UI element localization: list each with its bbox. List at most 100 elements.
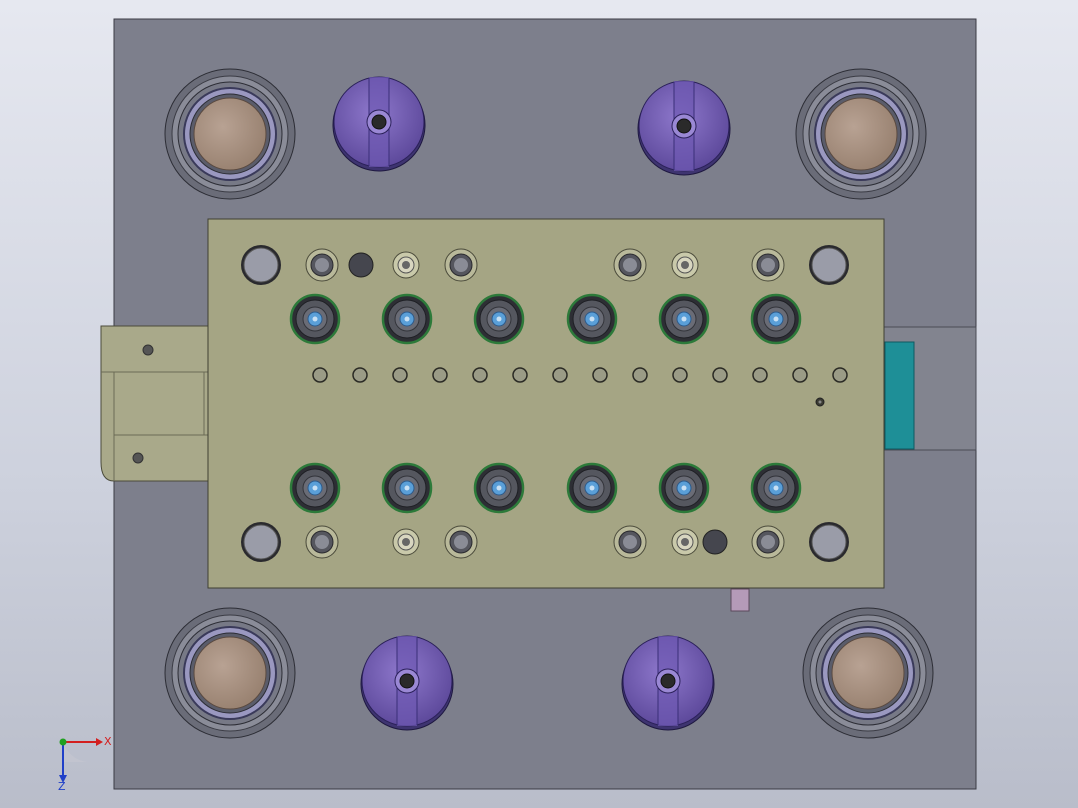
guide-post-face [193,636,267,710]
hole-bore [243,524,279,560]
guide-pin-hole[interactable] [809,245,849,285]
punch-station[interactable] [566,293,618,345]
punch-station[interactable] [566,462,618,514]
punch-tip-highlight [773,485,779,491]
left-block-screw-hole[interactable] [142,344,154,356]
guide-post-bushing[interactable] [164,68,296,200]
guide-pin-hole[interactable] [809,522,849,562]
x-axis-label: X [104,735,112,748]
punch-station[interactable] [473,462,525,514]
screw-head [623,535,637,549]
spring-bore [371,114,387,130]
counterbored-screw-hole[interactable] [613,248,647,282]
counterbored-screw-hole[interactable] [305,525,339,559]
guide-post-face [193,97,267,171]
pilot-hole[interactable] [472,367,488,383]
screw-head [761,535,775,549]
punch-station[interactable] [750,462,802,514]
counterbored-screw-hole[interactable] [751,525,785,559]
punch-tip-highlight [404,485,410,491]
dowel-center [681,538,689,546]
pilot-hole[interactable] [712,367,728,383]
coordinate-triad: X Z [58,735,112,793]
punch-tip-highlight [496,316,502,322]
pilot-hole[interactable] [832,367,848,383]
punch-station[interactable] [381,462,433,514]
y-axis-dot-icon [59,738,67,746]
guide-post-bushing[interactable] [795,68,927,200]
punch-station[interactable] [473,293,525,345]
punch-station[interactable] [750,293,802,345]
punch-tip-highlight [681,316,687,322]
pilot-hole[interactable] [792,367,808,383]
z-axis-label: Z [58,780,66,793]
pilot-hole[interactable] [392,367,408,383]
counterbored-screw-hole[interactable] [305,248,339,282]
counterbored-screw-hole[interactable] [444,525,478,559]
punch-station[interactable] [658,462,710,514]
punch-tip-highlight [496,485,502,491]
dowel-center [402,538,410,546]
pilot-hole[interactable] [592,367,608,383]
screw-head [454,535,468,549]
guide-post-bushing[interactable] [164,607,296,739]
punch-tip-highlight [312,485,318,491]
triad-arc [63,742,88,762]
dowel-pin-hole[interactable] [671,251,699,279]
pilot-hole[interactable] [312,367,328,383]
punch-tip-highlight [404,316,410,322]
spring-bore [676,118,692,134]
cad-viewport[interactable]: X Z [0,0,1078,808]
pilot-hole[interactable] [352,367,368,383]
die-assembly-drawing: X Z [58,18,977,793]
screw-head [761,258,775,272]
punch-tip-highlight [589,316,595,322]
hole-bore [811,247,847,283]
pilot-hole[interactable] [432,367,448,383]
pilot-hole[interactable] [632,367,648,383]
punch-station[interactable] [289,462,341,514]
dark-plug[interactable] [702,529,728,555]
screw-head [454,258,468,272]
nitrogen-gas-spring[interactable] [332,76,426,172]
pilot-hole[interactable] [512,367,528,383]
guide-pin-hole[interactable] [241,522,281,562]
dowel-pin-hole[interactable] [392,528,420,556]
screw-head [623,258,637,272]
punch-station[interactable] [381,293,433,345]
hole-bore [811,524,847,560]
guide-post-bushing[interactable] [802,607,934,739]
spring-bore [399,673,415,689]
nitrogen-gas-spring[interactable] [637,80,731,176]
spring-bore [660,673,676,689]
counterbored-screw-hole[interactable] [444,248,478,282]
dowel-pin-hole[interactable] [392,251,420,279]
dark-plug[interactable] [348,252,374,278]
pilot-tab[interactable] [730,588,750,612]
pilot-hole[interactable] [552,367,568,383]
small-pilot-hole-core [818,400,822,404]
nitrogen-gas-spring[interactable] [360,635,454,731]
teal-locator-block[interactable] [884,341,915,450]
screw-head [315,535,329,549]
punch-tip-highlight [773,316,779,322]
x-axis-arrow-icon [96,738,103,746]
hole-bore [243,247,279,283]
punch-tip-highlight [681,485,687,491]
pilot-hole[interactable] [672,367,688,383]
guide-pin-hole[interactable] [241,245,281,285]
dowel-center [681,261,689,269]
dowel-center [402,261,410,269]
punch-tip-highlight [312,316,318,322]
punch-tip-highlight [589,485,595,491]
left-block-screw-hole[interactable] [132,452,144,464]
left-side-block[interactable] [100,325,209,482]
dowel-pin-hole[interactable] [671,528,699,556]
guide-post-face [824,97,898,171]
punch-station[interactable] [289,293,341,345]
punch-station[interactable] [658,293,710,345]
counterbored-screw-hole[interactable] [751,248,785,282]
nitrogen-gas-spring[interactable] [621,635,715,731]
pilot-hole[interactable] [752,367,768,383]
counterbored-screw-hole[interactable] [613,525,647,559]
